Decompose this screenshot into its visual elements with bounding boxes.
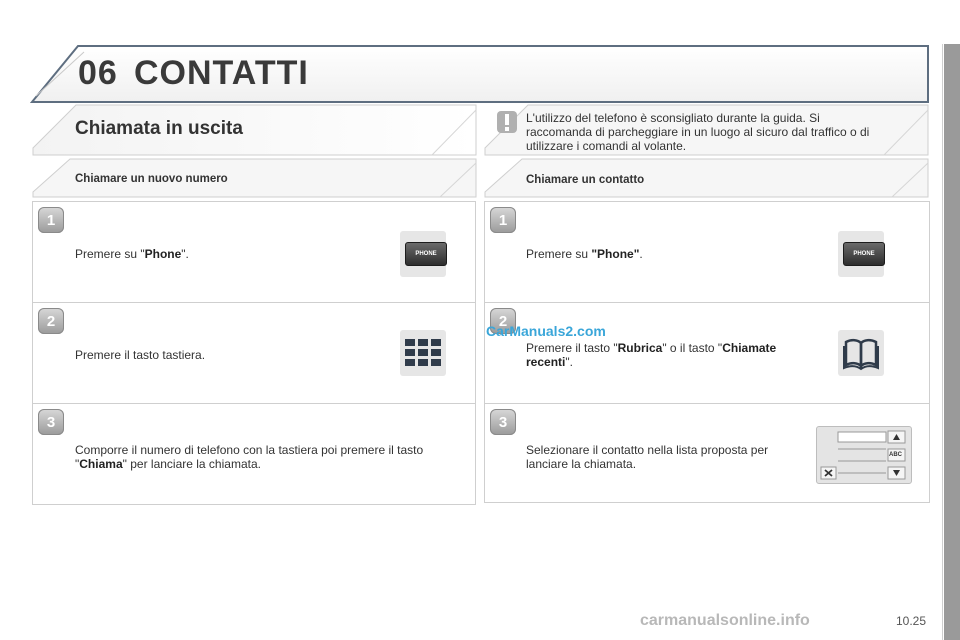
step-badge: 1 bbox=[38, 207, 64, 233]
keypad-icon bbox=[400, 330, 446, 376]
left-subtitle: Chiamare un nuovo numero bbox=[75, 173, 228, 185]
side-divider bbox=[942, 44, 943, 640]
phone-button-icon: PHONE bbox=[838, 231, 885, 277]
step-badge: 3 bbox=[490, 409, 516, 435]
book-icon bbox=[838, 330, 884, 376]
contact-list-icon: ABC bbox=[816, 426, 912, 484]
left-step-3-text: Comporre il numero di telefono con la ta… bbox=[75, 443, 424, 471]
section-title: Chiamata in uscita bbox=[75, 118, 243, 139]
abc-label: ABC bbox=[889, 452, 902, 458]
footer-url: carmanualsonline.info bbox=[640, 612, 810, 629]
chapter-number: 06 bbox=[78, 54, 118, 92]
chapter-title: CONTATTI bbox=[134, 54, 309, 92]
right-step-1-panel: 1 Premere su "Phone". PHONE bbox=[484, 201, 930, 303]
warning-text: L'utilizzo del telefono è sconsigliato d… bbox=[526, 111, 870, 153]
left-step-1-panel: 1 Premere su "Phone". PHONE bbox=[32, 201, 476, 303]
right-subtitle: Chiamare un contatto bbox=[526, 174, 645, 186]
exclamation-icon bbox=[497, 111, 517, 133]
page-number: 10.25 bbox=[896, 614, 927, 628]
step-badge: 3 bbox=[38, 409, 64, 435]
phone-button-icon: PHONE bbox=[400, 231, 447, 277]
left-step-2-text: Premere il tasto tastiera. bbox=[75, 348, 206, 362]
right-step-2-text: Premere il tasto "Rubrica" o il tasto "C… bbox=[526, 341, 777, 369]
left-step-2-panel: 2 Premere il tasto tastiera. bbox=[32, 302, 476, 404]
right-step-2-panel: 2 Premere il tasto "Rubrica" o il tasto … bbox=[484, 302, 930, 404]
right-step-1-text: Premere su "Phone". bbox=[526, 247, 643, 261]
left-step-1-text: Premere su "Phone". bbox=[75, 247, 189, 261]
right-step-3-panel: 3 Selezionare il contatto nella lista pr… bbox=[484, 403, 930, 503]
watermark: CarManuals2.com bbox=[486, 323, 606, 339]
right-step-3-text: Selezionare il contatto nella lista prop… bbox=[526, 443, 769, 471]
step-badge: 2 bbox=[38, 308, 64, 334]
side-tab-bar bbox=[944, 44, 960, 640]
left-step-3-panel: 3 Comporre il numero di telefono con la … bbox=[32, 403, 476, 505]
step-badge: 1 bbox=[490, 207, 516, 233]
